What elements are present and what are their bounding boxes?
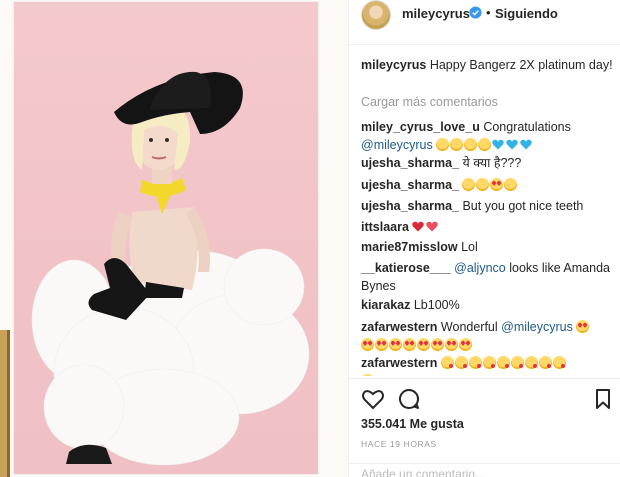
comment-mention[interactable]: @aljynco [454,261,506,275]
heart-eyes-icon [403,338,416,351]
comment-item: ujesha_sharma_ [361,176,615,194]
instagram-post-window: mileycyrus • Siguiendo mileycyrus Happy … [0,0,620,477]
heart-eyes-icon [361,338,374,351]
verified-badge-icon [469,6,482,19]
heart-eyes-icon [389,338,402,351]
heart-eyes-icon [459,338,472,351]
heart-eyes-icon [417,338,430,351]
heart-outline-icon[interactable] [361,387,385,411]
comment-item: zafarwestern Wonderful @mileycyrus [361,318,615,354]
kiss-icon [496,356,510,369]
header-username[interactable]: mileycyrus [402,6,470,21]
smirk-icon [504,178,518,191]
comment-item: miley_cyrus_love_u Congratulations @mile… [361,118,615,154]
comment-username[interactable]: ittslaara [361,220,409,234]
grin-icon [450,138,464,151]
heart-eyes-icon [375,338,388,351]
laughing-icon [462,178,476,191]
comment-text: ये क्या है??? [462,156,522,170]
comment-icon[interactable] [397,387,421,411]
comment-text: Lb100% [413,298,460,312]
following-button[interactable]: Siguiendo [495,6,558,21]
add-comment-placeholder: Añade un comentario... [361,467,486,477]
kiss-icon [524,356,538,369]
heart-eyes-icon [576,320,590,333]
kiss-icon [454,356,468,369]
comment-username[interactable]: ujesha_sharma_ [361,156,459,170]
comment-item: kiarakaz Lb100% [361,296,615,314]
kiss-icon [552,356,566,369]
comment-username[interactable]: kiarakaz [361,298,410,312]
blue-heart-icon [492,139,504,150]
kiss-icon [468,356,482,369]
comment-username[interactable]: marie87misslow [361,240,458,254]
bookmark-icon[interactable] [591,387,615,411]
comment-text: Wonderful [440,320,498,334]
comment-text: Congratulations [483,120,571,134]
photo-illustration [31,71,310,466]
post-timestamp: HACE 19 HORAS [361,439,437,449]
post-photo[interactable] [14,2,318,474]
heart-icon [412,221,425,232]
comment-item: zafarwestern [361,354,615,376]
heart-eyes-icon [431,338,444,351]
star-eyes-icon [490,178,504,191]
heart-eyes-icon [445,338,458,351]
comment-username[interactable]: zafarwestern [361,320,437,334]
kiss-icon [538,356,552,369]
kiss-icon [361,374,374,376]
kiss-icon [510,356,524,369]
comment-mention[interactable]: @mileycyrus [361,138,433,152]
kiss-icon [482,356,496,369]
comment-username[interactable]: ujesha_sharma_ [361,178,459,192]
avatar[interactable] [361,0,391,30]
post-photo-pane [0,0,348,477]
comment-username[interactable]: __katierose___ [361,261,451,275]
grin-icon [478,138,492,151]
comment-text: Lol [461,240,478,254]
blue-heart-icon [506,139,518,150]
comment-item: ujesha_sharma_ ये क्या है??? [361,154,615,172]
post-actions: 355.041 Me gusta HACE 19 HORAS Añade un … [349,378,620,477]
grin-icon [436,138,450,151]
comment-item: marie87misslow Lol [361,238,615,256]
comment-username[interactable]: miley_cyrus_love_u [361,120,480,134]
photo-frame-edge [0,330,10,477]
heart-icon [426,221,439,232]
comments-list[interactable]: mileycyrus Happy Bangerz 2X platinum day… [349,46,620,376]
load-more-comments-link[interactable]: Cargar más comentarios [361,95,498,109]
blue-heart-icon [520,139,532,150]
post-side-panel: mileycyrus • Siguiendo mileycyrus Happy … [348,0,620,477]
comment-item: ujesha_sharma_ But you got nice teeth [361,197,615,215]
add-comment-field[interactable]: Añade un comentario... [349,463,620,477]
likes-count[interactable]: 355.041 Me gusta [361,417,464,431]
caption-text: Happy Bangerz 2X platinum day! [429,58,613,72]
post-header: mileycyrus • Siguiendo [349,0,620,45]
comment-text: But you got nice teeth [462,199,584,213]
caption-username[interactable]: mileycyrus [361,58,426,72]
post-caption: mileycyrus Happy Bangerz 2X platinum day… [361,56,615,74]
comment-username[interactable]: zafarwestern [361,356,437,370]
kiss-icon [440,356,454,369]
grin-icon [464,138,478,151]
comment-mention[interactable]: @mileycyrus [501,320,573,334]
grimace-icon [476,178,490,191]
separator-dot: • [486,5,491,20]
comment-username[interactable]: ujesha_sharma_ [361,199,459,213]
comment-item: __katierose___ @aljynco looks like Amand… [361,259,615,295]
comment-item: ittslaara [361,218,615,236]
